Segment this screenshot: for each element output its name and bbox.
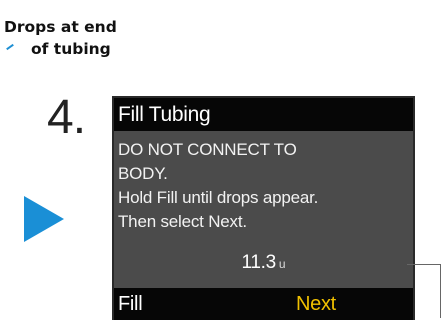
screen-title: Fill Tubing (114, 98, 413, 131)
instruction-line: Then select Next. (118, 212, 247, 231)
fill-volume-unit: u (278, 257, 286, 271)
leader-line (407, 264, 441, 318)
softkey-bar: Fill Next (114, 288, 413, 320)
callout-label-line1: Drops at end (4, 18, 117, 36)
callout-label: Drops at end of tubing (4, 16, 144, 60)
instruction-line: Hold Fill until drops appear. (118, 188, 319, 207)
step-number: 4. (47, 91, 86, 144)
device-screen: Fill Tubing DO NOT CONNECT TO BODY. Hold… (112, 96, 415, 320)
fill-volume-value: 11.3 (241, 252, 276, 273)
instruction-line: BODY. (118, 164, 168, 183)
play-arrow-icon (24, 196, 64, 242)
fill-volume-readout: 11.3 u (114, 252, 413, 274)
instruction-text: DO NOT CONNECT TO BODY. Hold Fill until … (118, 138, 410, 234)
callout-label-line2: of tubing (31, 40, 111, 58)
fill-softkey[interactable]: Fill (118, 288, 143, 320)
instruction-line: DO NOT CONNECT TO (118, 140, 297, 159)
next-softkey[interactable]: Next (296, 288, 336, 320)
